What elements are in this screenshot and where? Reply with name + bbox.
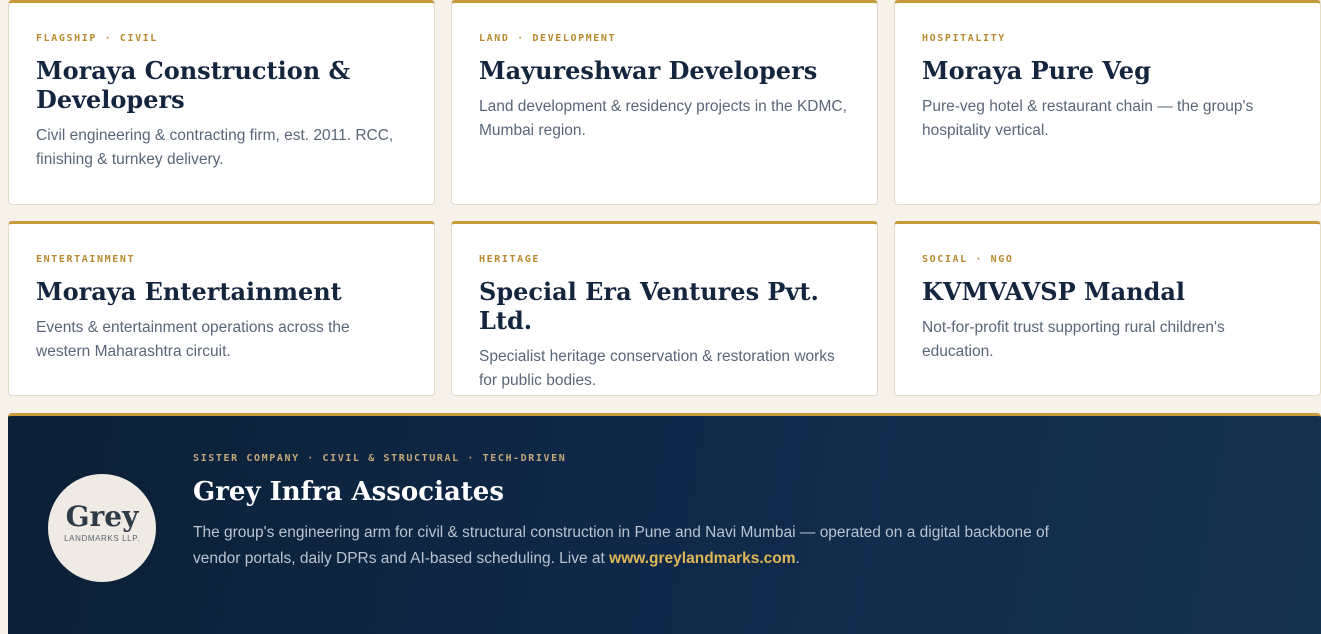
card-tag: SOCIAL · NGO <box>922 254 1014 265</box>
card-description: Civil engineering & contracting firm, es… <box>36 127 394 168</box>
card-description: Not-for-profit trust supporting rural ch… <box>922 319 1225 360</box>
company-card-moraya-entertainment[interactable]: ENTERTAINMENT Moraya Entertainment Event… <box>8 221 435 396</box>
card-description: Specialist heritage conservation & resto… <box>479 348 835 389</box>
banner-title: Grey Infra Associates <box>193 477 504 507</box>
card-title: Moraya Construction & Developers <box>36 56 351 114</box>
card-tag: HOSPITALITY <box>922 33 1006 44</box>
company-card-special-era[interactable]: HERITAGE Special Era Ventures Pvt. Ltd. … <box>451 221 878 396</box>
card-title: KVMVAVSP Mandal <box>922 277 1186 306</box>
card-description: Pure-veg hotel & restaurant chain — the … <box>922 98 1254 139</box>
company-card-kvmvavsp[interactable]: SOCIAL · NGO KVMVAVSP Mandal Not-for-pro… <box>894 221 1321 396</box>
card-tag: LAND · DEVELOPMENT <box>479 33 617 44</box>
card-title: Moraya Pure Veg <box>922 56 1151 85</box>
banner-description: The group's engineering arm for civil & … <box>193 520 1093 572</box>
grey-landmarks-logo: Grey LANDMARKS LLP. <box>48 474 156 582</box>
banner-tag: SISTER COMPANY · CIVIL & STRUCTURAL · TE… <box>193 453 567 464</box>
card-tag: FLAGSHIP · CIVIL <box>36 33 158 44</box>
page: FLAGSHIP · CIVIL Moraya Construction & D… <box>0 0 1321 634</box>
logo-wordmark: Grey <box>65 500 139 533</box>
company-card-moraya-construction[interactable]: FLAGSHIP · CIVIL Moraya Construction & D… <box>8 0 435 205</box>
card-title: Mayureshwar Developers <box>479 56 818 85</box>
card-tag: ENTERTAINMENT <box>36 254 136 265</box>
card-title: Moraya Entertainment <box>36 277 342 306</box>
website-link[interactable]: www.greylandmarks.com <box>609 550 795 567</box>
logo-subtitle: LANDMARKS LLP. <box>64 534 140 543</box>
card-title: Special Era Ventures Pvt. Ltd. <box>479 277 819 335</box>
banner-body: SISTER COMPANY · CIVIL & STRUCTURAL · TE… <box>193 453 1093 572</box>
company-card-mayureshwar[interactable]: LAND · DEVELOPMENT Mayureshwar Developer… <box>451 0 878 205</box>
card-tag: HERITAGE <box>479 254 540 265</box>
sister-company-banner: Grey LANDMARKS LLP. SISTER COMPANY · CIV… <box>8 413 1321 634</box>
card-description: Events & entertainment operations across… <box>36 319 350 360</box>
card-description: Land development & residency projects in… <box>479 98 847 139</box>
company-card-moraya-pure-veg[interactable]: HOSPITALITY Moraya Pure Veg Pure-veg hot… <box>894 0 1321 205</box>
banner-description-end: . <box>795 550 800 567</box>
group-companies-grid: FLAGSHIP · CIVIL Moraya Construction & D… <box>8 0 1321 396</box>
